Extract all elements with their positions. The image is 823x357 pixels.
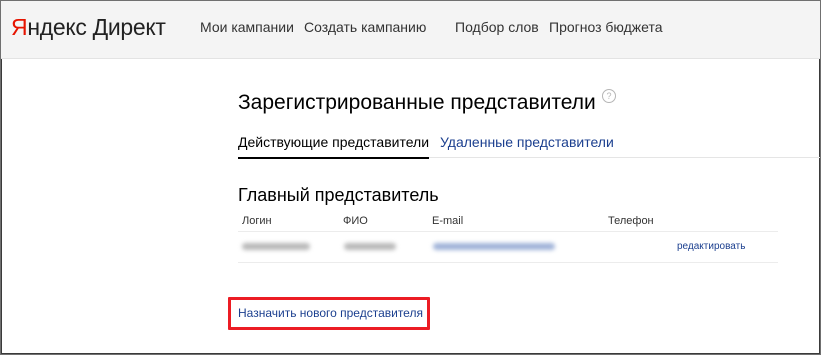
nav-my-campaigns[interactable]: Мои кампании xyxy=(200,18,294,36)
logo-first-letter: Я xyxy=(11,14,28,40)
section-title-main-representative: Главный представитель xyxy=(238,185,439,205)
yandex-direct-logo[interactable]: Яндекс Директ xyxy=(11,13,166,41)
assign-new-representative-link[interactable]: Назначить нового представителя xyxy=(238,306,423,321)
top-header: Яндекс Директ Мои кампании Создать кампан… xyxy=(1,1,820,59)
column-header-login: Логин xyxy=(242,215,272,227)
nav-budget-forecast[interactable]: Прогноз бюджета xyxy=(549,18,663,36)
help-icon[interactable]: ? xyxy=(602,89,616,103)
tab-deleted-representatives[interactable]: Удаленные представители xyxy=(440,133,614,151)
nav-keyword-selection[interactable]: Подбор слов xyxy=(455,18,539,36)
page-title: Зарегистрированные представители xyxy=(238,91,596,114)
edit-link[interactable]: редактировать xyxy=(677,241,745,253)
login-cell-redacted xyxy=(242,243,310,250)
email-cell-redacted xyxy=(433,243,555,250)
nav-create-campaign[interactable]: Создать кампанию xyxy=(304,18,426,36)
column-header-phone: Телефон xyxy=(608,215,654,227)
column-header-email: E-mail xyxy=(432,215,464,227)
browser-frame: Яндекс Директ Мои кампании Создать кампан… xyxy=(0,0,821,355)
table-row: редактировать xyxy=(238,231,778,263)
fio-cell-redacted xyxy=(344,243,396,250)
logo-brand: ндекс xyxy=(27,14,87,40)
logo-product: Директ xyxy=(92,14,166,40)
tab-active-representatives[interactable]: Действующие представители xyxy=(238,133,430,159)
column-header-fio: ФИО xyxy=(343,215,368,227)
